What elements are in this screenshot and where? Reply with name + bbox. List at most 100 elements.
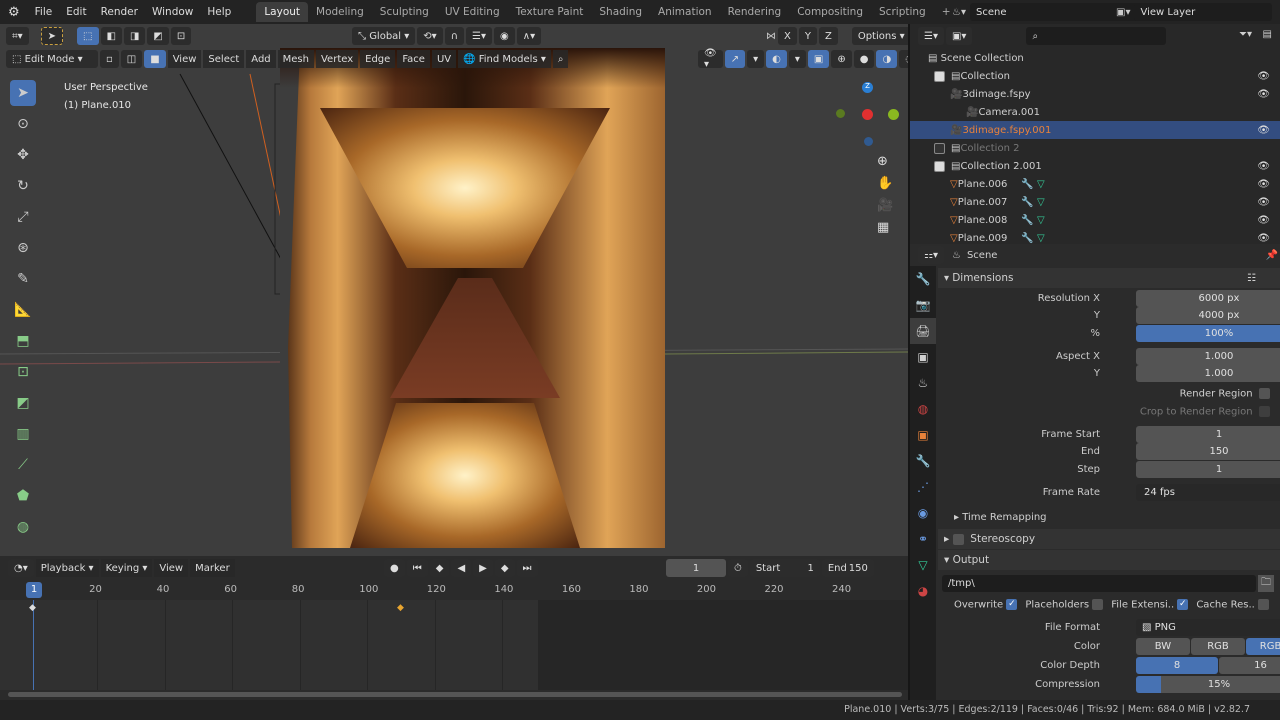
mirror-y-toggle[interactable]: Y (798, 27, 817, 45)
wireframe-shading-icon[interactable]: ⊕ (831, 50, 852, 68)
eye-icon[interactable]: 👁 (1257, 215, 1270, 226)
tab-texture-paint[interactable]: Texture Paint (508, 2, 592, 22)
tab-shading[interactable]: Shading (591, 2, 650, 22)
select-mode-intersect-icon[interactable]: ⊡ (170, 27, 192, 45)
keyframe-selected[interactable]: ◆ (397, 603, 404, 613)
start-frame-field[interactable]: Start 1 (749, 559, 820, 577)
overlay-icon[interactable]: ◐ (766, 50, 787, 68)
pan-hand-icon[interactable]: ✋ (877, 176, 893, 191)
mirror-x-toggle[interactable]: X (778, 27, 797, 45)
display-mode-icon[interactable]: ▣▾ (945, 27, 973, 45)
outliner-row[interactable]: ▤ Collection 2.001 👁 (910, 157, 1280, 175)
keyframe-summary[interactable]: ◆ (29, 603, 36, 613)
view-layer-icon[interactable]: ▣▾ (1116, 7, 1130, 18)
mirror-icon[interactable]: ⋈ (766, 31, 776, 42)
annotate-tool-icon[interactable]: ✎ (10, 266, 36, 292)
outliner-row[interactable]: 🎥 Camera.001 (910, 103, 1280, 121)
frame-start-field[interactable]: 1 (1136, 426, 1280, 443)
collection-checkbox[interactable] (934, 70, 945, 82)
resolution-percent-slider[interactable]: 100% (1136, 325, 1280, 342)
presets-icon[interactable]: ☷ (1247, 273, 1256, 284)
resolution-x-field[interactable]: 6000 px (1136, 290, 1280, 307)
transform-orientation-dropdown[interactable]: ⤡ Global ▾ (352, 27, 416, 45)
jump-start-button[interactable]: ⏮ (406, 559, 428, 577)
file-format-dropdown[interactable]: ▧ PNG▾ (1136, 619, 1280, 636)
stereoscopy-checkbox[interactable] (952, 533, 964, 545)
menu-edit[interactable]: Edit (59, 6, 93, 18)
measure-tool-icon[interactable]: 📐 (10, 297, 36, 323)
tab-sculpting[interactable]: Sculpting (372, 2, 437, 22)
frame-rate-dropdown[interactable]: 24 fps▾ (1136, 484, 1280, 501)
tab-layout[interactable]: Layout (256, 2, 309, 22)
tab-animation[interactable]: Animation (650, 2, 720, 22)
physics-tab-icon[interactable]: ◉ (910, 500, 936, 526)
rotate-tool-icon[interactable]: ↻ (10, 173, 36, 199)
collection-checkbox[interactable] (934, 160, 945, 172)
end-frame-field[interactable]: End 150 (821, 559, 874, 577)
placeholders-checkbox[interactable]: Placeholders (1025, 599, 1104, 611)
prev-keyframe-button[interactable]: ◆ (429, 559, 450, 577)
output-tab-icon[interactable]: 🖨 (910, 318, 936, 344)
modifier-tab-icon[interactable]: 🔧 (910, 448, 936, 474)
modifier-mesh-icon[interactable]: 🔧 ▽ (1021, 179, 1044, 190)
output-path-input[interactable]: /tmp\ (942, 575, 1256, 592)
aspect-y-field[interactable]: 1.000 (1136, 365, 1280, 382)
record-button[interactable]: ● (384, 559, 405, 577)
eye-icon[interactable]: 👁 (1257, 233, 1270, 244)
outliner-row[interactable]: ▤ Collection 👁 (910, 67, 1280, 85)
tab-rendering[interactable]: Rendering (720, 2, 790, 22)
select-mode-extend-icon[interactable]: ◧ (100, 27, 122, 45)
keyframe-area[interactable]: ◆ ◆ (0, 600, 908, 690)
frame-step-field[interactable]: 1 (1136, 461, 1280, 478)
mode-dropdown[interactable]: ⬚ Edit Mode ▾ (6, 50, 98, 68)
options-dropdown[interactable]: Options ▾ (851, 27, 908, 45)
select-box-tool-icon[interactable]: ➤ (10, 80, 36, 106)
outliner-row[interactable]: ▽ Plane.006 🔧 ▽ 👁 (910, 175, 1280, 193)
outliner-row[interactable]: ▤ Collection 2 (910, 139, 1280, 157)
scene-tab-icon[interactable]: ♨ (910, 370, 936, 396)
face-select-icon[interactable]: ■ (144, 50, 166, 68)
bevel-tool-icon[interactable]: ◩ (10, 390, 36, 416)
render-tab-icon[interactable]: 📷 (910, 292, 936, 318)
filter-icon[interactable]: ⏷▾ (1239, 29, 1252, 40)
gizmo-dropdown[interactable]: ▾ (747, 50, 765, 68)
search-icon[interactable]: ⌕ (552, 50, 569, 68)
color-bw-option[interactable]: BW (1136, 638, 1190, 655)
outliner-editor-type-icon[interactable]: ☰▾ (918, 27, 944, 45)
move-tool-icon[interactable]: ✥ (10, 142, 36, 168)
menu-vertex[interactable]: Vertex (315, 50, 359, 68)
eye-icon[interactable]: 👁 (1257, 89, 1270, 100)
zoom-icon[interactable]: ⊕ (877, 154, 893, 169)
menu-window[interactable]: Window (145, 6, 200, 18)
constraints-tab-icon[interactable]: ⚭ (910, 526, 936, 552)
eye-icon[interactable]: 👁 (1257, 71, 1270, 82)
menu-keying[interactable]: Keying ▾ (100, 559, 153, 577)
blender-logo-icon[interactable]: ⚙ (0, 5, 28, 20)
perspective-grid-icon[interactable]: ▦ (877, 220, 893, 235)
menu-file[interactable]: File (28, 6, 60, 18)
visibility-icon[interactable]: 👁▾ (698, 48, 723, 70)
rendered-shading-icon[interactable]: ◌ (899, 50, 908, 68)
extrude-tool-icon[interactable]: ⬒ (10, 328, 36, 354)
select-tweak-icon[interactable]: ➤ (40, 27, 64, 45)
spin-tool-icon[interactable]: ◍ (10, 514, 36, 540)
camera-view-icon[interactable]: 🎥 (877, 198, 893, 213)
snap-target-icon[interactable]: ☰▾ (466, 27, 493, 45)
select-mode-subtract-icon[interactable]: ◨ (123, 27, 146, 45)
modifier-mesh-icon[interactable]: 🔧 ▽ (1021, 197, 1044, 208)
scale-tool-icon[interactable]: ⤢ (10, 204, 36, 230)
dimensions-panel-header[interactable]: ▾ Dimensions ☷ (938, 268, 1280, 288)
timeline-editor[interactable]: ◔▾ Playback ▾ Keying ▾ View Marker ● ⏮ ◆… (0, 556, 908, 700)
depth-16-option[interactable]: 16 (1219, 657, 1280, 674)
outliner-row[interactable]: ▽ Plane.008 🔧 ▽ 👁 (910, 211, 1280, 229)
outliner-row[interactable]: ▽ Plane.007 🔧 ▽ 👁 (910, 193, 1280, 211)
editor-type-icon[interactable]: ⌗▾ (6, 27, 29, 45)
overlay-dropdown[interactable]: ▾ (788, 50, 806, 68)
world-tab-icon[interactable]: ◍ (910, 396, 936, 422)
poly-build-tool-icon[interactable]: ⬟ (10, 483, 36, 509)
tab-modeling[interactable]: Modeling (308, 2, 372, 22)
eye-icon[interactable]: 👁 (1257, 197, 1270, 208)
modifier-mesh-icon[interactable]: 🔧 ▽ (1021, 233, 1044, 244)
navigation-gizmo[interactable]: Z (832, 79, 902, 149)
material-shading-icon[interactable]: ◑ (876, 50, 898, 68)
